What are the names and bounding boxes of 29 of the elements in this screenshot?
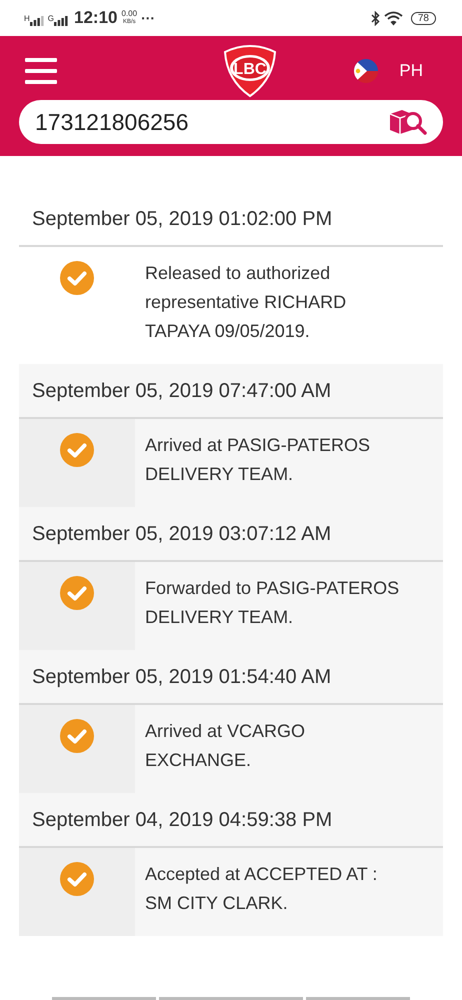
event-date: September 05, 2019 03:07:12 AM bbox=[19, 507, 443, 562]
battery-indicator: 78 bbox=[410, 12, 436, 24]
tracking-search-field[interactable]: 173121806256 bbox=[19, 100, 443, 144]
check-circle-icon bbox=[60, 261, 94, 295]
event-description: Arrived at PASIG-PATEROS DELIVERY TEAM. bbox=[135, 419, 443, 507]
event-date: September 05, 2019 01:54:40 AM bbox=[19, 650, 443, 705]
logo-text: LBC bbox=[234, 61, 267, 78]
wifi-icon bbox=[384, 10, 403, 26]
event-description: Arrived at VCARGO EXCHANGE. bbox=[135, 705, 443, 793]
signal-icon bbox=[54, 16, 68, 26]
clock: 12:10 bbox=[74, 8, 118, 28]
check-circle-icon bbox=[60, 433, 94, 467]
bluetooth-icon bbox=[370, 10, 380, 26]
event-date: September 05, 2019 07:47:00 AM bbox=[19, 364, 443, 419]
network-label: H bbox=[24, 14, 30, 23]
check-circle-icon bbox=[60, 719, 94, 753]
event-date: September 04, 2019 04:59:38 PM bbox=[19, 793, 443, 848]
event-description: Accepted at ACCEPTED AT : SM CITY CLARK. bbox=[135, 848, 443, 936]
network-label: G bbox=[48, 14, 54, 23]
country-code[interactable]: PH bbox=[399, 61, 423, 81]
signal-icon bbox=[30, 16, 44, 26]
network-speed: 0.00 bbox=[122, 10, 138, 18]
menu-icon[interactable] bbox=[25, 58, 57, 84]
check-circle-icon bbox=[60, 862, 94, 896]
more-notifications: ··· bbox=[141, 10, 156, 26]
check-circle-icon bbox=[60, 576, 94, 610]
package-search-icon[interactable] bbox=[387, 108, 429, 136]
flag-icon[interactable] bbox=[353, 58, 380, 84]
event-description: Forwarded to PASIG-PATEROS DELIVERY TEAM. bbox=[135, 562, 443, 650]
